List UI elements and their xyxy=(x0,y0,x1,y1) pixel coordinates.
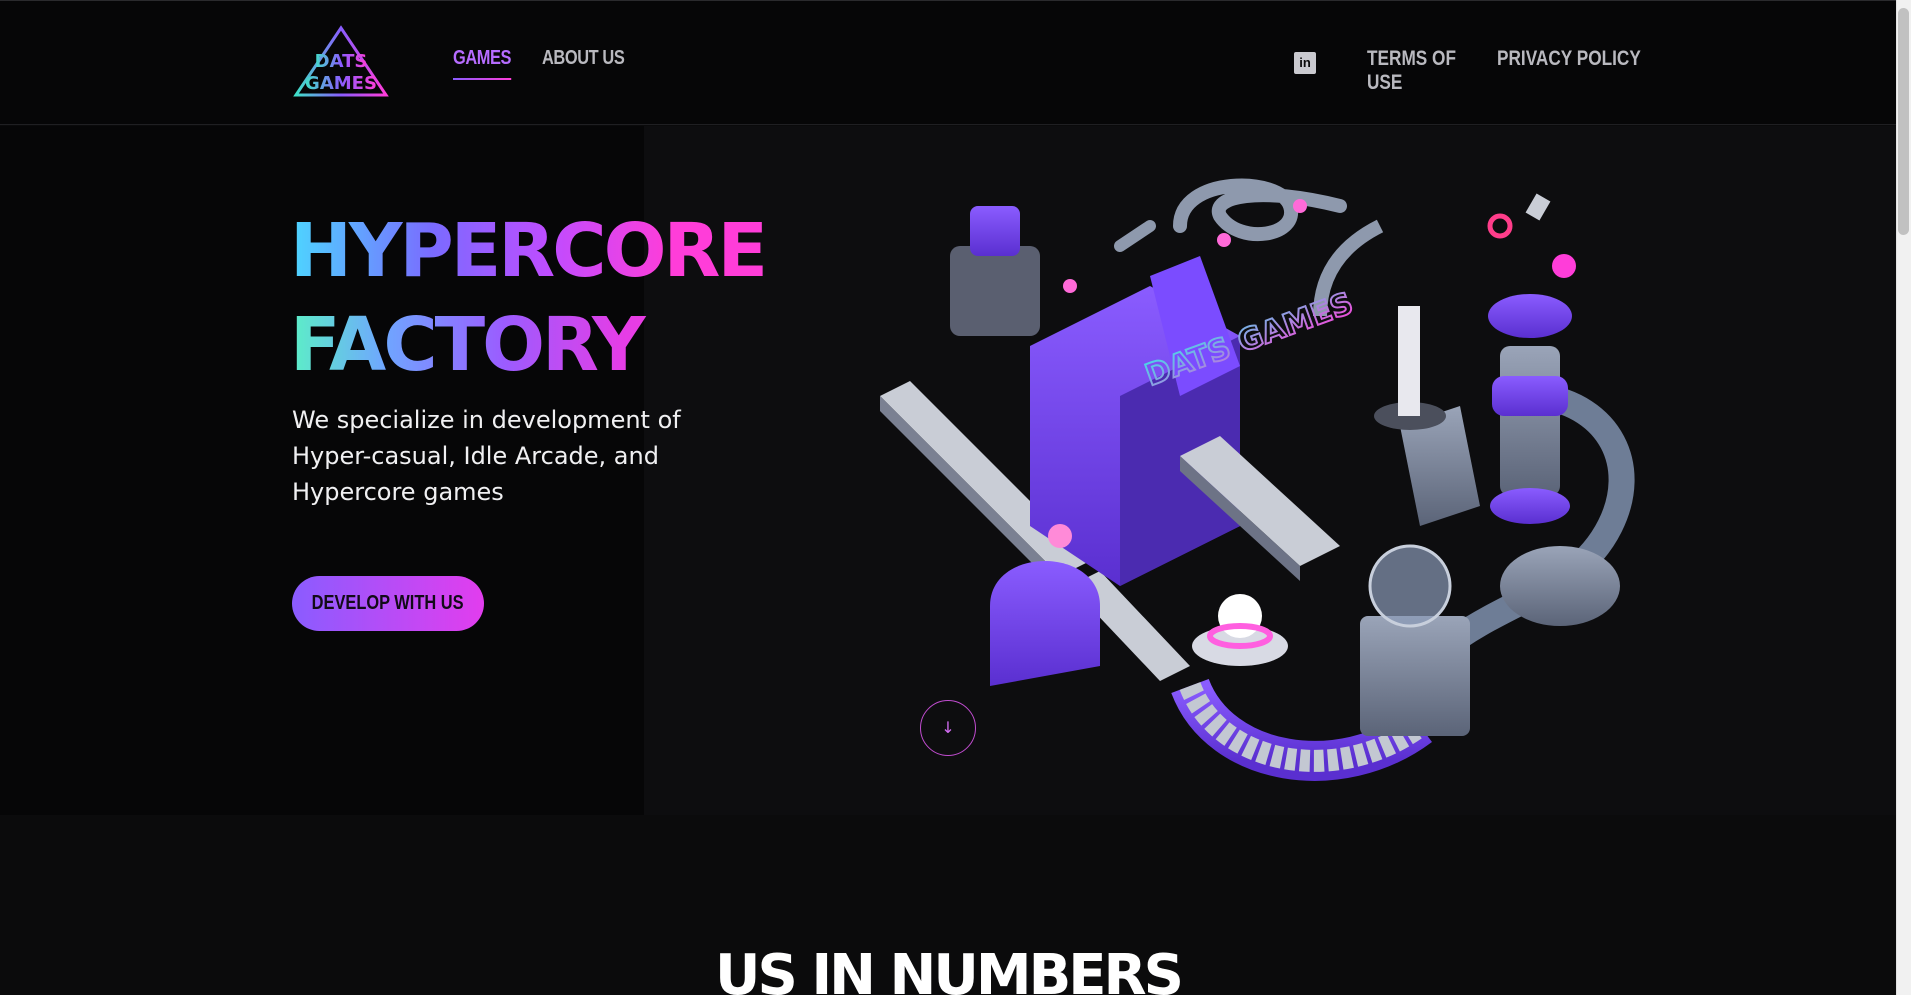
main-nav: GAMES ABOUT US xyxy=(453,47,642,80)
svg-text:DATS: DATS xyxy=(315,51,368,72)
svg-text:GAMES: GAMES xyxy=(305,73,377,94)
develop-with-us-button[interactable]: DEVELOP WITH US xyxy=(292,576,484,631)
factory-illustration: DATS GAMES xyxy=(880,178,1635,781)
hero-section: HYPERCORE FACTORY We specialize in devel… xyxy=(0,126,1896,815)
legal-links: TERMS OF USE PRIVACY POLICY xyxy=(1367,47,1672,95)
privacy-policy-link[interactable]: PRIVACY POLICY xyxy=(1497,47,1641,95)
linkedin-icon[interactable]: in xyxy=(1294,52,1316,74)
nav-games[interactable]: GAMES xyxy=(453,47,512,80)
nav-about-us[interactable]: ABOUT US xyxy=(542,47,625,70)
hero-description: We specialize in development of Hyper-ca… xyxy=(292,406,681,506)
numbers-heading: US IN NUMBERS xyxy=(715,943,1184,995)
terms-of-use-link[interactable]: TERMS OF USE xyxy=(1367,47,1470,95)
cta-label: DEVELOP WITH US xyxy=(312,592,464,614)
site-header: DATS GAMES GAMES ABOUT US in TERMS OF US… xyxy=(0,0,1896,125)
numbers-section: US IN NUMBERS xyxy=(0,815,1896,995)
hero-title-line1: HYPERCORE xyxy=(290,204,768,298)
hero-title: HYPERCORE FACTORY xyxy=(290,204,768,392)
scrollbar-thumb[interactable] xyxy=(1898,8,1909,235)
hero-title-line2: FACTORY xyxy=(290,298,765,392)
dats-games-logo[interactable]: DATS GAMES xyxy=(290,25,392,101)
